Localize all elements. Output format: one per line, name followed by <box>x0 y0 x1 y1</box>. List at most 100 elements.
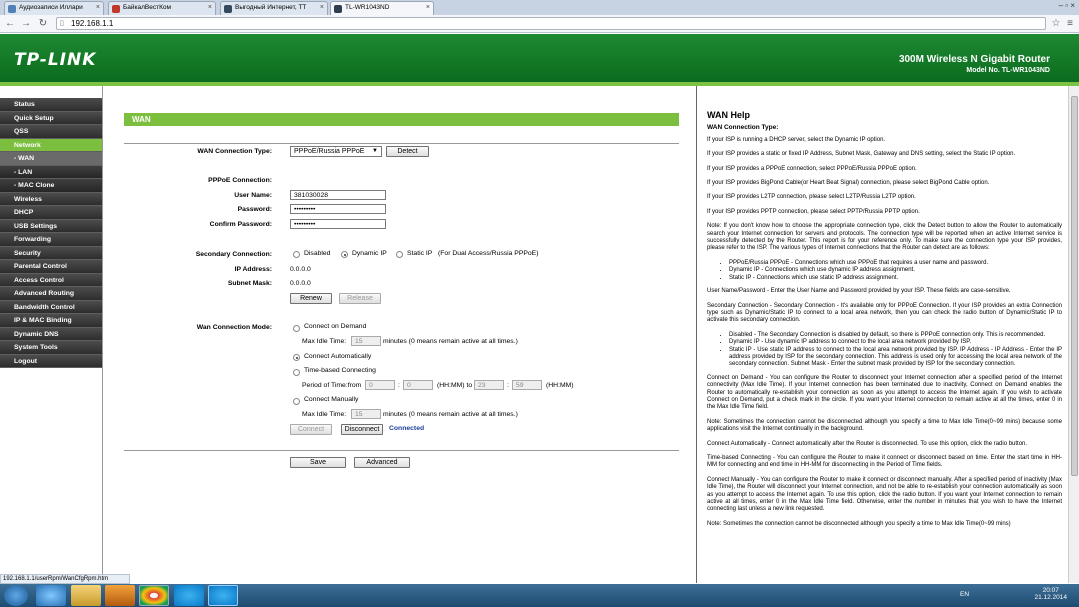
url-text: 192.168.1.1 <box>71 19 114 28</box>
help-list-item: Dynamic IP - Connections which use dynam… <box>729 267 1062 274</box>
ie-icon[interactable] <box>36 585 66 606</box>
disconnect-button[interactable]: Disconnect <box>341 424 383 435</box>
detect-button[interactable]: Detect <box>386 146 429 157</box>
menu-item-forwarding[interactable]: Forwarding <box>0 233 102 247</box>
help-list-item: Disabled - The Secondary Connection is d… <box>729 332 1062 339</box>
menu-item-usb-settings[interactable]: USB Settings <box>0 219 102 233</box>
confirm-password-label: Confirm Password: <box>209 221 272 228</box>
password-input[interactable]: ••••••••• <box>290 204 386 214</box>
scrollbar-thumb[interactable] <box>1071 96 1078 476</box>
media-player-icon[interactable] <box>105 585 135 606</box>
secondary-disabled-radio[interactable] <box>293 251 300 258</box>
mode-auto-radio[interactable] <box>293 354 300 361</box>
period-start-hour[interactable]: 0 <box>365 380 395 390</box>
max-idle-input[interactable]: 15 <box>351 336 381 346</box>
help-subtitle: WAN Connection Type: <box>707 124 779 132</box>
chrome-icon[interactable] <box>139 585 169 606</box>
connection-status: Connected <box>389 425 425 432</box>
browser-tab[interactable]: Выгодный Интернет, ТТ × <box>220 1 328 15</box>
menu-item-bandwidth-control[interactable]: Bandwidth Control <box>0 300 102 314</box>
mode-demand-label: Connect on Demand <box>304 323 367 330</box>
reload-icon[interactable]: ↻ <box>36 17 50 31</box>
period-end-min[interactable]: 59 <box>512 380 542 390</box>
menu-icon[interactable]: ≡ <box>1063 17 1077 31</box>
hhmm-label: (HH:MM) <box>546 382 574 389</box>
mode-demand-radio[interactable] <box>293 325 300 332</box>
ip-address-value: 0.0.0.0 <box>290 266 311 273</box>
menu-item-logout[interactable]: Logout <box>0 354 102 368</box>
menu-item-security[interactable]: Security <box>0 246 102 260</box>
help-paragraph: If your ISP provides a PPPoE connection,… <box>707 165 917 172</box>
back-icon[interactable]: ← <box>3 17 17 31</box>
close-icon[interactable]: × <box>320 4 324 11</box>
section-title: WAN <box>124 113 679 126</box>
advanced-button[interactable]: Advanced <box>354 457 410 468</box>
secondary-note: (For Dual Access/Russia PPPoE) <box>438 250 539 257</box>
system-clock[interactable]: 20:07 21.12.2014 <box>1034 587 1067 601</box>
menu-item-lan[interactable]: - LAN <box>0 165 102 179</box>
forward-icon[interactable]: → <box>19 17 33 31</box>
close-window-icon[interactable]: × <box>1070 1 1075 10</box>
help-paragraph: Note: If you don't know how to choose th… <box>707 223 1062 252</box>
hhmm-to-label: (HH:MM) to <box>437 382 473 389</box>
menu-item-ip-mac-binding[interactable]: IP & MAC Binding <box>0 314 102 328</box>
release-button[interactable]: Release <box>339 293 381 304</box>
menu-item-dhcp[interactable]: DHCP <box>0 206 102 220</box>
star-icon[interactable]: ☆ <box>1049 17 1063 31</box>
time-colon: : <box>507 382 509 389</box>
mode-time-radio[interactable] <box>293 369 300 376</box>
menu-item-status[interactable]: Status <box>0 98 102 112</box>
mode-manual-label: Connect Manually <box>304 396 359 403</box>
save-button[interactable]: Save <box>290 457 346 468</box>
username-input[interactable]: 381030028 <box>290 190 386 200</box>
close-icon[interactable]: × <box>208 4 212 11</box>
windows-start-icon[interactable] <box>4 585 28 606</box>
address-bar[interactable]: ▯ 192.168.1.1 <box>56 17 1046 30</box>
menu-item-advanced-routing[interactable]: Advanced Routing <box>0 287 102 301</box>
mode-manual-radio[interactable] <box>293 398 300 405</box>
menu-item-network[interactable]: Network <box>0 138 102 152</box>
browser-tab[interactable]: БайкалВестКом × <box>108 1 216 15</box>
close-icon[interactable]: × <box>426 4 430 11</box>
secondary-static-radio[interactable] <box>396 251 403 258</box>
subnet-mask-label: Subnet Mask: <box>227 280 272 287</box>
divider <box>124 143 679 144</box>
max-idle-manual-input[interactable]: 15 <box>351 409 381 419</box>
mode-auto-label: Connect Automatically <box>304 353 372 360</box>
secondary-dynamic-radio[interactable] <box>341 251 348 258</box>
help-scrollbar[interactable] <box>1068 86 1079 583</box>
menu-item-mac-clone[interactable]: - MAC Clone <box>0 179 102 193</box>
close-icon[interactable]: × <box>96 4 100 11</box>
menu-item-quick-setup[interactable]: Quick Setup <box>0 111 102 125</box>
menu-item-wan[interactable]: - WAN <box>0 152 102 166</box>
menu-item-wireless[interactable]: Wireless <box>0 192 102 206</box>
period-end-hour[interactable]: 23 <box>474 380 504 390</box>
browser-tab[interactable]: Аудиозаписи Иллари × <box>4 1 104 15</box>
skype-icon[interactable] <box>174 585 204 606</box>
menu-item-qss[interactable]: QSS <box>0 125 102 139</box>
menu-item-system-tools[interactable]: System Tools <box>0 341 102 355</box>
menu-item-dynamic-dns[interactable]: Dynamic DNS <box>0 327 102 341</box>
conn-type-select[interactable]: PPPoE/Russia PPPoE ▼ <box>290 146 382 157</box>
help-paragraph: Note: Sometimes the connection cannot be… <box>707 418 1062 433</box>
skype-icon[interactable] <box>208 585 238 606</box>
confirm-password-input[interactable]: ••••••••• <box>290 219 386 229</box>
menu-item-access-control[interactable]: Access Control <box>0 273 102 287</box>
renew-button[interactable]: Renew <box>290 293 332 304</box>
help-paragraph: If your ISP is running a DHCP server, se… <box>707 136 886 143</box>
explorer-icon[interactable] <box>71 585 101 606</box>
username-label: User Name: <box>234 192 272 199</box>
browser-tab-active[interactable]: TL-WR1043ND × <box>330 1 434 15</box>
connect-button[interactable]: Connect <box>290 424 332 435</box>
password-label: Password: <box>237 206 272 213</box>
menu-item-parental-control[interactable]: Parental Control <box>0 260 102 274</box>
help-paragraph: User Name/Password - Enter the User Name… <box>707 288 1011 295</box>
language-indicator[interactable]: EN <box>960 591 969 598</box>
period-start-min[interactable]: 0 <box>403 380 433 390</box>
clock-date: 21.12.2014 <box>1034 594 1067 601</box>
maximize-icon[interactable]: ▫ <box>1065 1 1068 10</box>
tab-label: TL-WR1043ND <box>345 4 390 11</box>
help-paragraph: Connect Manually - You can configure the… <box>707 476 1062 513</box>
site-icon <box>224 5 232 13</box>
minimize-icon[interactable]: ‒ <box>1059 1 1063 10</box>
